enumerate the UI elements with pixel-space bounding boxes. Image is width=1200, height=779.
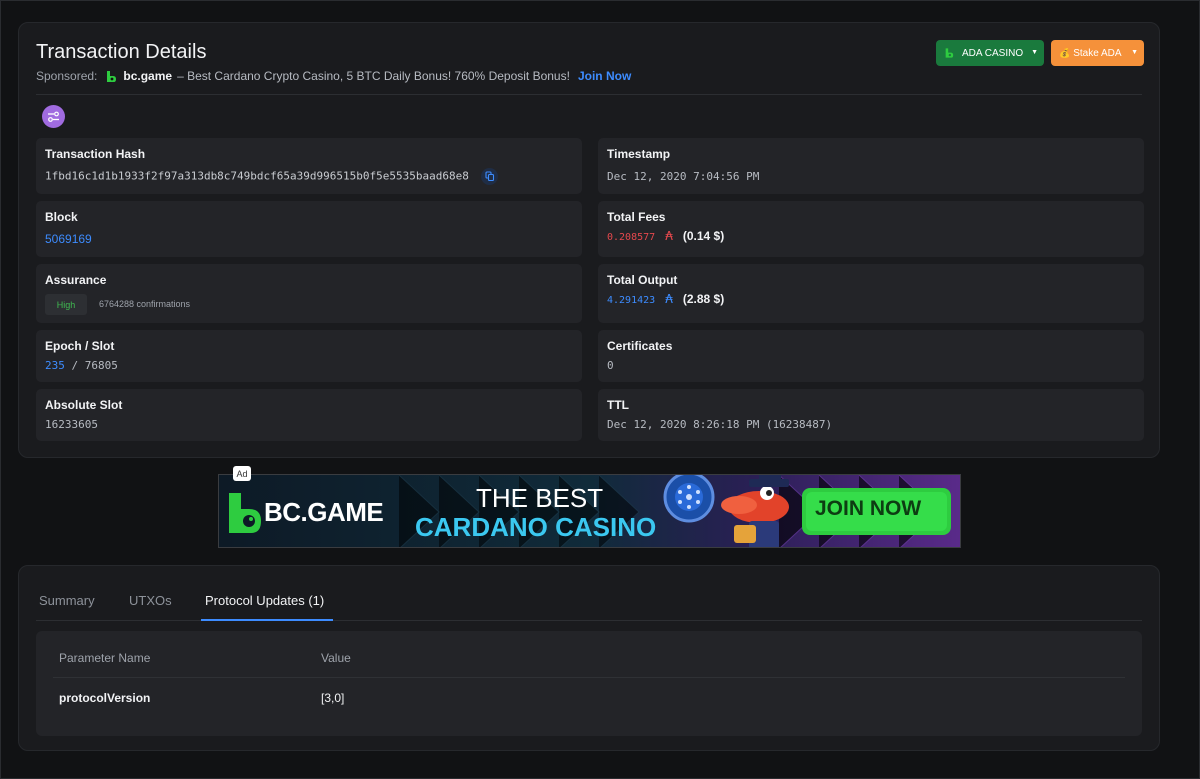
sponsor-text: – Best Cardano Crypto Casino, 5 BTC Dail… bbox=[177, 69, 570, 83]
total-fees-field: Total Fees 0.208577 ₳ (0.14 $) bbox=[598, 201, 1144, 257]
chevron-down-icon: ▼ bbox=[1031, 49, 1038, 56]
ttl-value: Dec 12, 2020 8:26:18 PM (16238487) bbox=[607, 418, 833, 431]
stake-ada-button[interactable]: 💰 Stake ADA ▼ bbox=[1051, 40, 1144, 66]
transaction-hash-field: Transaction Hash 1fbd16c1d1b1933f2f97a31… bbox=[36, 138, 582, 194]
total-fees-ada: 0.208577 bbox=[607, 232, 656, 243]
absolute-slot-label: Absolute Slot bbox=[45, 398, 123, 412]
ad-banner[interactable]: BC.GAME THE BEST CARDANO CASINO JOIN NOW bbox=[218, 474, 961, 548]
total-output-ada: 4.291423 bbox=[607, 295, 656, 306]
bc-game-logo-icon bbox=[107, 70, 117, 82]
bc-game-logo-icon bbox=[945, 48, 954, 58]
ad-join-now-button[interactable]: JOIN NOW bbox=[815, 497, 921, 521]
ad-line1: THE BEST bbox=[476, 483, 604, 513]
slot-value: 76805 bbox=[84, 359, 118, 372]
parameter-name-cell: protocolVersion bbox=[59, 691, 151, 705]
ttl-field: TTL Dec 12, 2020 8:26:18 PM (16238487) bbox=[598, 389, 1144, 441]
block-label: Block bbox=[45, 210, 78, 224]
stake-ada-label: Stake ADA bbox=[1073, 47, 1122, 59]
tabs-card: Summary UTXOs Protocol Updates (1) Param… bbox=[18, 565, 1160, 751]
ad-line2: CARDANO CASINO bbox=[415, 512, 657, 542]
timestamp-field: Timestamp Dec 12, 2020 7:04:56 PM bbox=[598, 138, 1144, 194]
header-row-divider bbox=[53, 677, 1125, 678]
protocol-updates-table: Parameter Name Value protocolVersion [3,… bbox=[36, 631, 1142, 736]
block-link[interactable]: 5069169 bbox=[45, 232, 92, 246]
chevron-down-icon: ▼ bbox=[1131, 49, 1138, 56]
copy-icon[interactable] bbox=[481, 168, 499, 185]
tab-utxos[interactable]: UTXOs bbox=[129, 593, 172, 608]
ada-casino-label: ADA CASINO bbox=[962, 47, 1024, 59]
header-divider bbox=[36, 94, 1142, 95]
transaction-details-card: Transaction Details Sponsored: bc.game –… bbox=[18, 22, 1160, 458]
sponsored-line: Sponsored: bc.game – Best Cardano Crypto… bbox=[36, 69, 631, 83]
total-output-field: Total Output 4.291423 ₳ (2.88 $) bbox=[598, 264, 1144, 323]
block-field: Block 5069169 bbox=[36, 201, 582, 257]
assurance-field: Assurance High 6764288 confirmations bbox=[36, 264, 582, 323]
total-fees-label: Total Fees bbox=[607, 210, 666, 224]
ada-icon: ₳ bbox=[665, 229, 673, 243]
timestamp-label: Timestamp bbox=[607, 147, 671, 161]
timestamp-value: Dec 12, 2020 7:04:56 PM bbox=[607, 170, 760, 183]
total-output-label: Total Output bbox=[607, 273, 678, 287]
certificates-value: 0 bbox=[607, 359, 614, 372]
sponsored-label: Sponsored: bbox=[36, 69, 98, 83]
page-title: Transaction Details bbox=[36, 41, 207, 63]
column-header-value: Value bbox=[321, 651, 351, 665]
epoch-link[interactable]: 235 bbox=[45, 359, 65, 372]
absolute-slot-field: Absolute Slot 16233605 bbox=[36, 389, 582, 441]
certificates-field: Certificates 0 bbox=[598, 330, 1144, 382]
transaction-hash-value: 1fbd16c1d1b1933f2f97a313db8c749bdcf65a39… bbox=[45, 168, 499, 185]
assurance-label: Assurance bbox=[45, 273, 107, 287]
slot-separator: / bbox=[71, 359, 79, 372]
coin-icon: 💰 bbox=[1059, 47, 1071, 58]
column-header-parameter: Parameter Name bbox=[59, 651, 151, 665]
join-now-link[interactable]: Join Now bbox=[578, 69, 631, 83]
total-output-usd: (2.88 $) bbox=[682, 292, 725, 306]
ada-casino-button[interactable]: ADA CASINO ▼ bbox=[936, 40, 1044, 66]
parameter-value-cell: [3,0] bbox=[321, 691, 345, 705]
epoch-slot-label: Epoch / Slot bbox=[45, 339, 115, 353]
ad-tag: Ad bbox=[233, 466, 251, 481]
active-tab-indicator bbox=[201, 619, 333, 621]
total-fees-value: 0.208577 ₳ (0.14 $) bbox=[607, 229, 724, 243]
epoch-slot-value: 235 / 76805 bbox=[45, 359, 118, 372]
epoch-slot-field: Epoch / Slot 235 / 76805 bbox=[36, 330, 582, 382]
transaction-hash-text: 1fbd16c1d1b1933f2f97a313db8c749bdcf65a39… bbox=[45, 169, 469, 183]
certificates-label: Certificates bbox=[607, 339, 673, 353]
confirmations-count: 6764288 confirmations bbox=[99, 299, 191, 309]
ad-brand: BC.GAME bbox=[264, 497, 384, 527]
tab-summary[interactable]: Summary bbox=[39, 593, 95, 608]
total-output-value: 4.291423 ₳ (2.88 $) bbox=[607, 292, 724, 306]
total-fees-usd: (0.14 $) bbox=[682, 229, 725, 243]
sponsor-brand[interactable]: bc.game bbox=[123, 69, 172, 83]
tab-protocol-updates[interactable]: Protocol Updates (1) bbox=[205, 593, 324, 608]
assurance-badge: High bbox=[45, 294, 87, 315]
transaction-hash-label: Transaction Hash bbox=[45, 147, 146, 161]
ttl-label: TTL bbox=[607, 398, 629, 412]
settings-sliders-icon bbox=[42, 105, 65, 128]
ada-icon: ₳ bbox=[665, 292, 673, 306]
absolute-slot-value: 16233605 bbox=[45, 418, 98, 431]
